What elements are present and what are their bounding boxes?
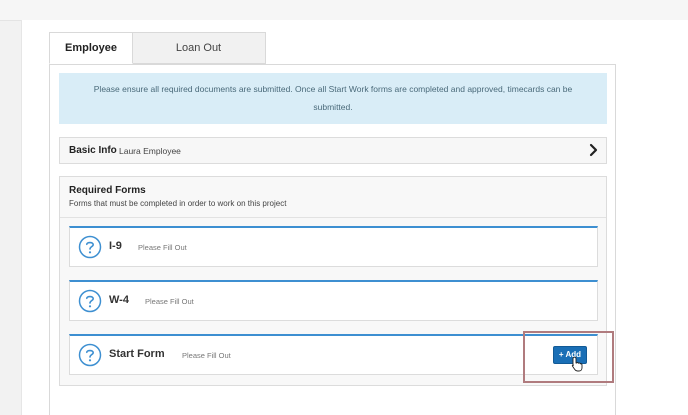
form-status: Please Fill Out (138, 243, 187, 252)
required-forms-title: Required Forms (69, 185, 146, 196)
tab-employee[interactable]: Employee (49, 32, 133, 64)
hand-pointer-icon (571, 356, 583, 377)
tab-loan-out[interactable]: Loan Out (132, 32, 266, 64)
question-circle-icon (78, 235, 102, 264)
employee-name: Laura Employee (119, 146, 181, 156)
basic-info-label: Basic Info (69, 145, 117, 156)
form-status: Please Fill Out (145, 297, 194, 306)
chevron-right-icon[interactable] (588, 143, 598, 162)
top-bar (0, 0, 688, 21)
form-row-start-form[interactable]: Start Form Please Fill Out (69, 334, 598, 375)
required-forms-subtitle: Forms that must be completed in order to… (69, 199, 287, 208)
question-circle-icon (78, 343, 102, 372)
required-forms-header: Required Forms Forms that must be comple… (60, 177, 606, 218)
form-name: W-4 (109, 294, 129, 306)
info-notice: Please ensure all required documents are… (59, 73, 607, 124)
form-name: Start Form (109, 348, 165, 360)
question-circle-icon (78, 289, 102, 318)
basic-info-section[interactable]: Basic Info Laura Employee (59, 137, 607, 164)
form-name: I-9 (109, 240, 122, 252)
form-row-i9[interactable]: I-9 Please Fill Out (69, 226, 598, 267)
form-status: Please Fill Out (182, 351, 231, 360)
form-row-w4[interactable]: W-4 Please Fill Out (69, 280, 598, 321)
